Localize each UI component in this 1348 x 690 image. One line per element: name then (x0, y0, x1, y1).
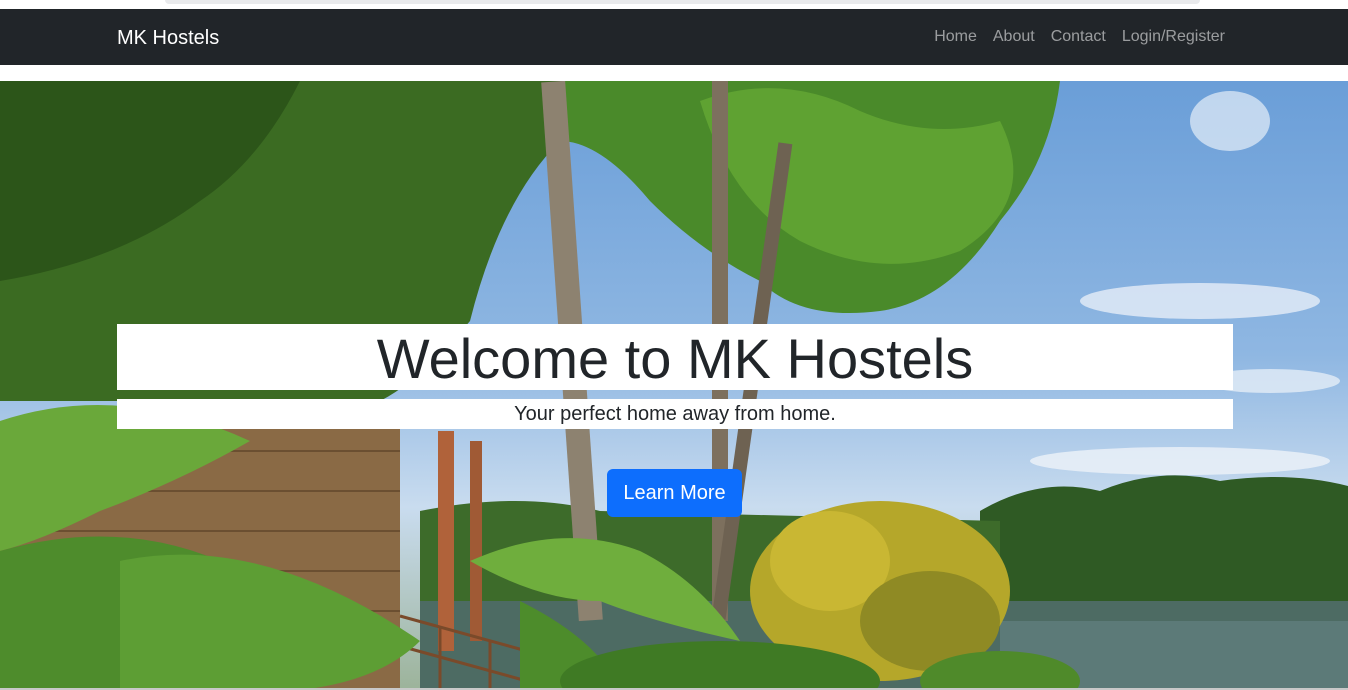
navbar: MK Hostels Home About Contact Login/Regi… (0, 9, 1348, 65)
learn-more-button[interactable]: Learn More (607, 469, 742, 517)
top-strip-bar (165, 0, 1200, 4)
hero-title-box: Welcome to MK Hostels (117, 324, 1233, 390)
nav-link-login-register[interactable]: Login/Register (1114, 27, 1225, 47)
nav-link-contact[interactable]: Contact (1043, 27, 1114, 47)
hero-section: Welcome to MK Hostels Your perfect home … (0, 81, 1348, 690)
hero-subtitle-box: Your perfect home away from home. (117, 399, 1233, 429)
hero-subtitle: Your perfect home away from home. (514, 403, 836, 425)
nav-link-about[interactable]: About (985, 27, 1043, 47)
top-strip (0, 0, 1348, 9)
hero-title: Welcome to MK Hostels (376, 327, 974, 390)
brand-link[interactable]: MK Hostels (117, 26, 219, 50)
nav-link-home[interactable]: Home (926, 27, 985, 47)
nav-links: Home About Contact Login/Register (926, 27, 1225, 47)
